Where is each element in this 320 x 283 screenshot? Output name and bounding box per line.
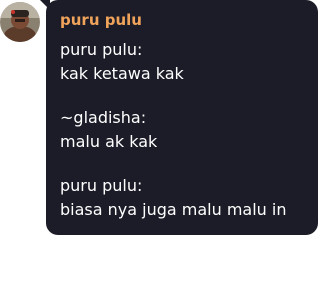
quote-author-3: puru pulu:	[60, 176, 143, 195]
quote-author-2: ~gladisha:	[60, 108, 147, 127]
sender-avatar[interactable]	[0, 2, 40, 42]
quote-text-3: biasa nya juga malu malu in	[60, 200, 287, 219]
message-bubble[interactable]: puru pulu puru pulu: kak ketawa kak ~gla…	[40, 0, 318, 235]
avatar-photo-icon	[0, 2, 40, 42]
chat-message: puru pulu puru pulu: kak ketawa kak ~gla…	[0, 0, 320, 283]
quote-text-1: kak ketawa kak	[60, 64, 184, 83]
bubble-tail	[40, 0, 50, 10]
quote-text-2: malu ak kak	[60, 132, 158, 151]
message-text: puru pulu: kak ketawa kak ~gladisha: mal…	[60, 38, 314, 222]
quote-author-1: puru pulu:	[60, 40, 143, 59]
sender-name[interactable]: puru pulu	[60, 11, 142, 29]
